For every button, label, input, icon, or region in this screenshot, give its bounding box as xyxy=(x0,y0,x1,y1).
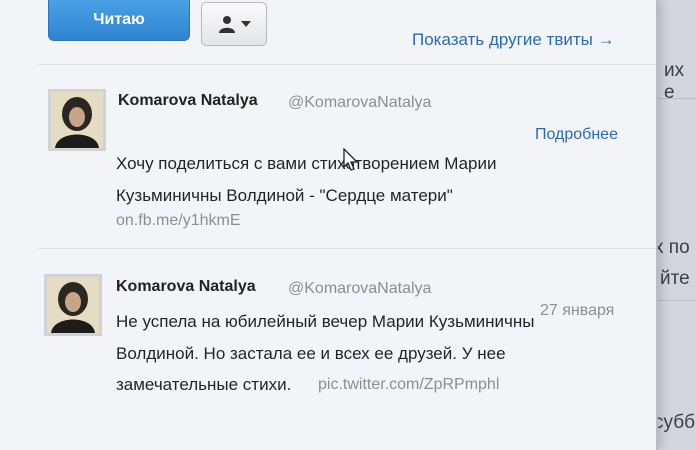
tweet-date[interactable]: 27 января xyxy=(540,302,614,320)
avatar-photo xyxy=(47,277,99,333)
tweet-item[interactable]: Komarova Natalya @KomarovaNatalya 27 янв… xyxy=(0,248,656,450)
background-text: субб xyxy=(654,412,695,433)
details-link[interactable]: Подробнее xyxy=(535,126,618,144)
chevron-down-icon xyxy=(240,21,251,27)
avatar-photo xyxy=(51,92,103,148)
tweet-link[interactable]: on.fb.me/y1hkmE xyxy=(116,212,241,230)
author-name[interactable]: Komarova Natalya xyxy=(116,278,256,296)
author-handle[interactable]: @KomarovaNatalya xyxy=(288,280,431,298)
mouse-cursor-icon xyxy=(343,148,359,171)
tweet-text-line: Не успела на юбилейный вечер Марии Кузьм… xyxy=(116,312,535,331)
tweet-link[interactable]: pic.twitter.com/ZpRPmphl xyxy=(318,376,499,394)
tweet-text-line: Волдиной. Но застала ее и всех ее друзей… xyxy=(116,344,506,363)
tweet-text-line: Кузьминичны Волдиной - "Сердце матери" xyxy=(116,186,453,205)
background-text: х по xyxy=(654,237,690,258)
show-more-tweets-link[interactable]: Показать другие твиты → xyxy=(412,30,615,50)
person-icon xyxy=(218,16,235,33)
avatar[interactable] xyxy=(44,274,102,336)
tweet-item[interactable]: Komarova Natalya @KomarovaNatalya Подроб… xyxy=(0,64,656,248)
avatar[interactable] xyxy=(48,89,106,151)
user-actions-dropdown[interactable] xyxy=(201,2,267,46)
author-name[interactable]: Komarova Natalya xyxy=(118,92,258,110)
author-handle[interactable]: @KomarovaNatalya xyxy=(288,94,431,112)
tweet-text-line: Хочу поделиться с вами стихотворением Ма… xyxy=(116,154,497,173)
background-text: йте xyxy=(660,268,690,289)
profile-tweets-popup: Читаю Показать другие твиты → Komarova N… xyxy=(0,0,658,450)
following-button[interactable]: Читаю xyxy=(48,0,190,41)
tweet-text-line: замечательные стихи. xyxy=(116,375,292,394)
